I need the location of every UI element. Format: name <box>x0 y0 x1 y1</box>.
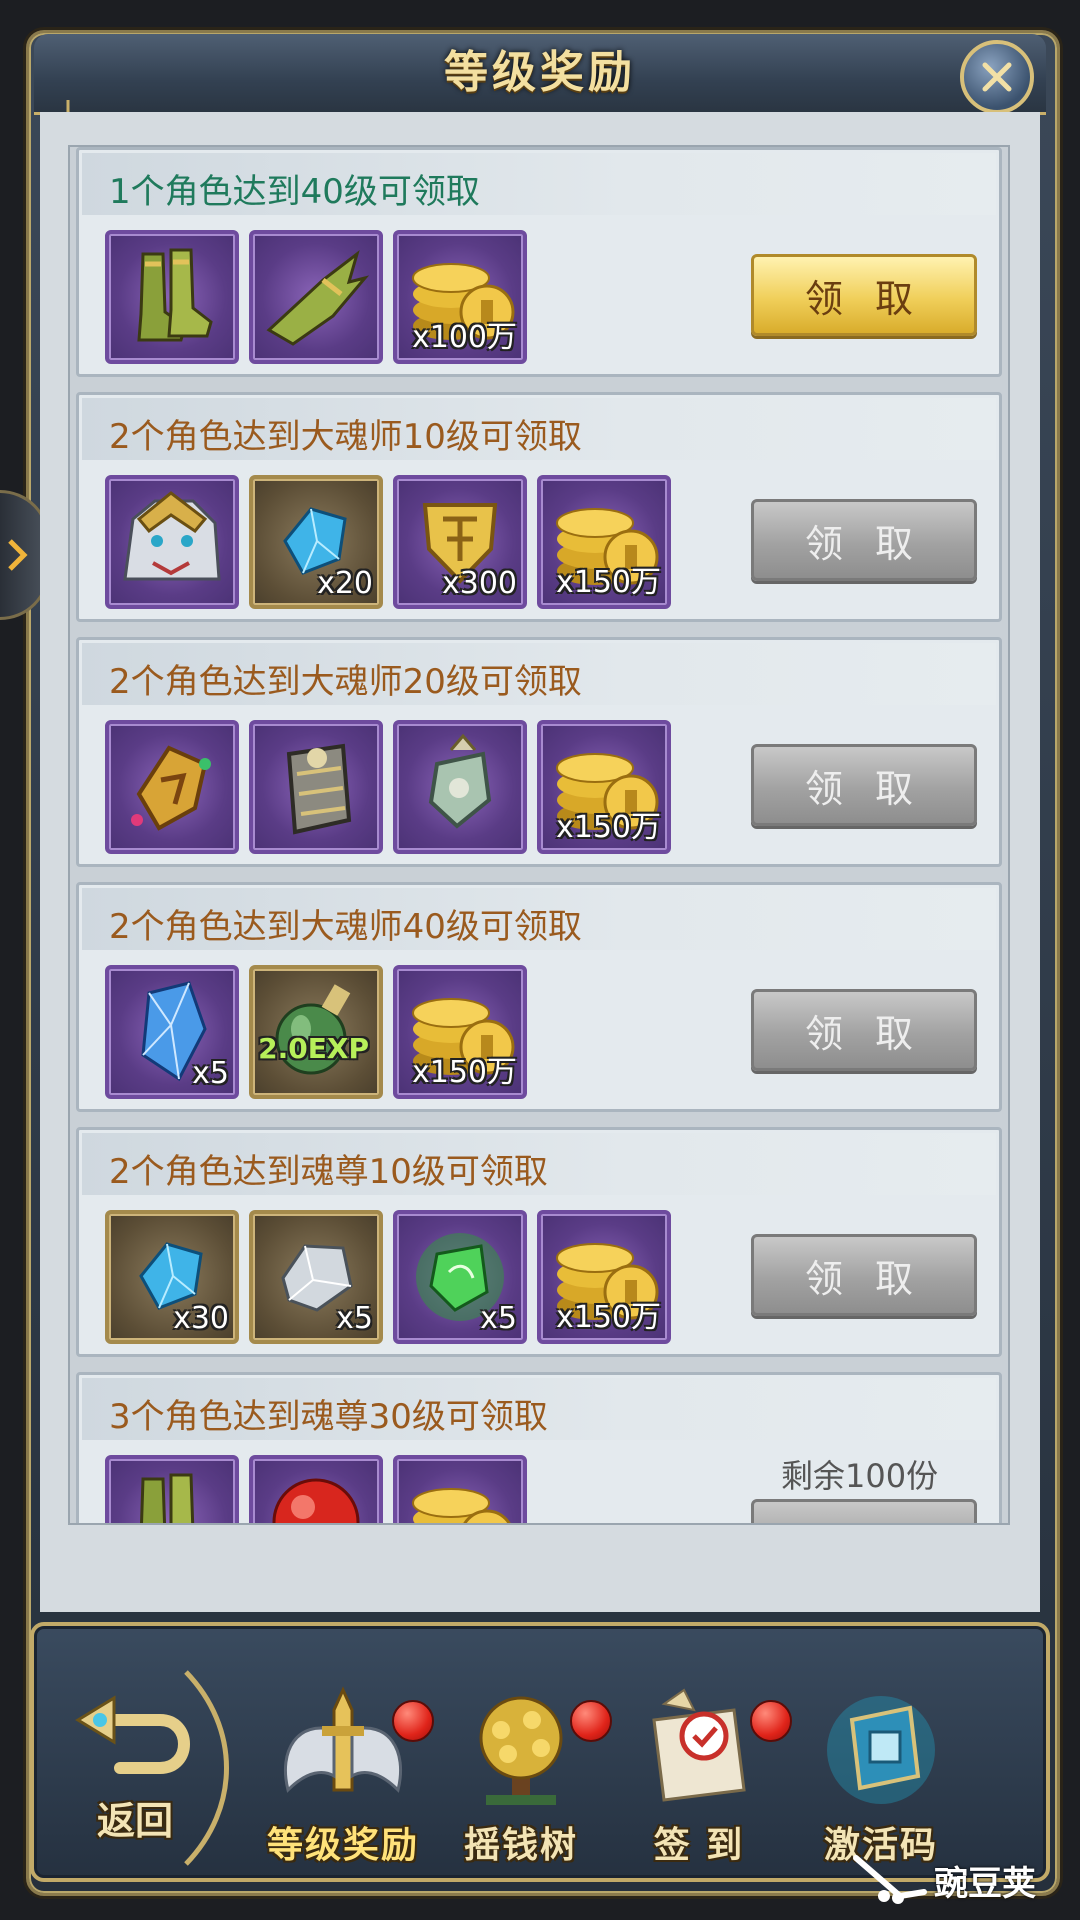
reward-item-slot[interactable] <box>393 1455 527 1523</box>
chevron-right-icon <box>8 539 28 571</box>
boots-icon <box>137 248 213 342</box>
item-quantity: x150万 <box>555 565 661 600</box>
reward-item-slot[interactable] <box>393 720 527 854</box>
reward-item-slot[interactable] <box>105 475 239 609</box>
close-icon <box>982 62 1012 92</box>
reward-condition: 2个角色达到大魂师10级可领取 <box>109 417 582 457</box>
reward-item-slot[interactable] <box>249 720 383 854</box>
winged-sword-emblem-icon <box>283 1686 403 1793</box>
reward-item-slot[interactable]: x5 <box>105 965 239 1099</box>
watermark-text: 豌豆荚 <box>934 1864 1036 1904</box>
reward-card: 3个角色达到魂尊30级可领取 剩余100份 领 取 <box>76 1372 1002 1523</box>
tab-label: 签 到 <box>653 1824 745 1866</box>
reward-condition: 2个角色达到魂尊10级可领取 <box>109 1152 548 1192</box>
nav-divider-arc <box>184 1670 229 1866</box>
item-quantity: x150万 <box>411 1055 517 1090</box>
reward-item-slot[interactable]: x5 <box>249 1210 383 1344</box>
item-quantity: x100万 <box>411 320 517 355</box>
item-quantity: x5 <box>192 1056 229 1091</box>
claim-button[interactable]: 领 取 <box>751 1499 977 1523</box>
reward-item-slot[interactable]: x30 <box>105 1210 239 1344</box>
claim-button[interactable]: 领 取 <box>751 254 977 336</box>
item-quantity: x20 <box>317 566 373 601</box>
reward-item-slot[interactable]: x100万 <box>393 230 527 364</box>
notification-badge <box>392 1700 434 1742</box>
reward-card: 2个角色达到大魂师10级可领取 x20 x300 x150万 领 取 <box>76 392 1002 622</box>
reward-condition: 1个角色达到40级可领取 <box>109 172 480 212</box>
activation-code-icon <box>827 1696 935 1804</box>
reward-item-slot[interactable]: x150万 <box>537 475 671 609</box>
reward-list[interactable]: 1个角色达到40级可领取 x100万 领 取 2个角色达到大魂师10级可领取 x… <box>68 145 1010 1525</box>
reward-item-slot[interactable]: x150万 <box>537 1210 671 1344</box>
item-quantity: x5 <box>336 1301 373 1336</box>
gold-amulet-icon <box>131 745 211 831</box>
item-quantity: x30 <box>173 1301 229 1336</box>
reward-condition: 2个角色达到大魂师40级可领取 <box>109 907 582 947</box>
item-quantity: x5 <box>480 1301 517 1336</box>
remaining-count: 剩余100份 <box>781 1457 939 1495</box>
reward-item-slot[interactable] <box>105 720 239 854</box>
item-quantity: x150万 <box>555 1300 661 1335</box>
reward-item-slot[interactable]: x300 <box>393 475 527 609</box>
reward-condition: 3个角色达到魂尊30级可领取 <box>109 1397 548 1437</box>
armor-icon <box>286 743 352 835</box>
claim-button[interactable]: 领 取 <box>751 744 977 826</box>
reward-item-slot[interactable] <box>249 230 383 364</box>
item-quantity: x300 <box>441 566 517 601</box>
scroll-checkin-icon <box>652 1688 746 1802</box>
reward-item-slot[interactable] <box>105 1455 239 1523</box>
jade-pendant-icon <box>428 733 492 829</box>
reward-card: 1个角色达到40级可领取 x100万 领 取 <box>76 147 1002 377</box>
reward-card: 2个角色达到魂尊10级可领取 x30 x5 x5 x150万 领 取 <box>76 1127 1002 1357</box>
reward-item-slot[interactable] <box>105 230 239 364</box>
claim-button[interactable]: 领 取 <box>751 1234 977 1316</box>
reward-item-slot[interactable]: 2.0EXP <box>249 965 383 1099</box>
reward-item-slot[interactable]: x150万 <box>393 965 527 1099</box>
reward-item-slot[interactable]: x20 <box>249 475 383 609</box>
reward-card: 2个角色达到大魂师20级可领取 x150万 领 取 <box>76 637 1002 867</box>
reward-item-slot[interactable]: x5 <box>393 1210 527 1344</box>
gold-coins-icon <box>412 1488 511 1523</box>
money-tree-icon <box>479 1696 563 1805</box>
claim-button[interactable]: 领 取 <box>751 989 977 1071</box>
close-button[interactable] <box>960 40 1034 114</box>
dialog-title: 等级奖励 <box>444 47 636 98</box>
notification-badge <box>570 1700 612 1742</box>
pea-pod-logo-icon <box>853 1855 927 1904</box>
notification-badge <box>750 1700 792 1742</box>
boots-icon <box>140 1473 195 1523</box>
reward-item-slot[interactable] <box>249 1455 383 1523</box>
reward-condition: 2个角色达到大魂师20级可领取 <box>109 662 582 702</box>
tab-label: 等级奖励 <box>266 1824 419 1866</box>
white-tiger-icon <box>123 491 221 581</box>
exp-multiplier-label: 2.0EXP <box>258 1032 369 1065</box>
tab-label: 摇钱树 <box>463 1824 578 1866</box>
red-orb-icon <box>272 1478 360 1523</box>
watermark: 豌豆荚 <box>850 1848 1070 1908</box>
claim-button[interactable]: 领 取 <box>751 499 977 581</box>
item-quantity: x150万 <box>555 810 661 845</box>
reward-card: 2个角色达到大魂师40级可领取 x5 2.0EXP x150万 领 取 <box>76 882 1002 1112</box>
reward-item-slot[interactable]: x150万 <box>537 720 671 854</box>
gauntlet-icon <box>266 250 370 346</box>
